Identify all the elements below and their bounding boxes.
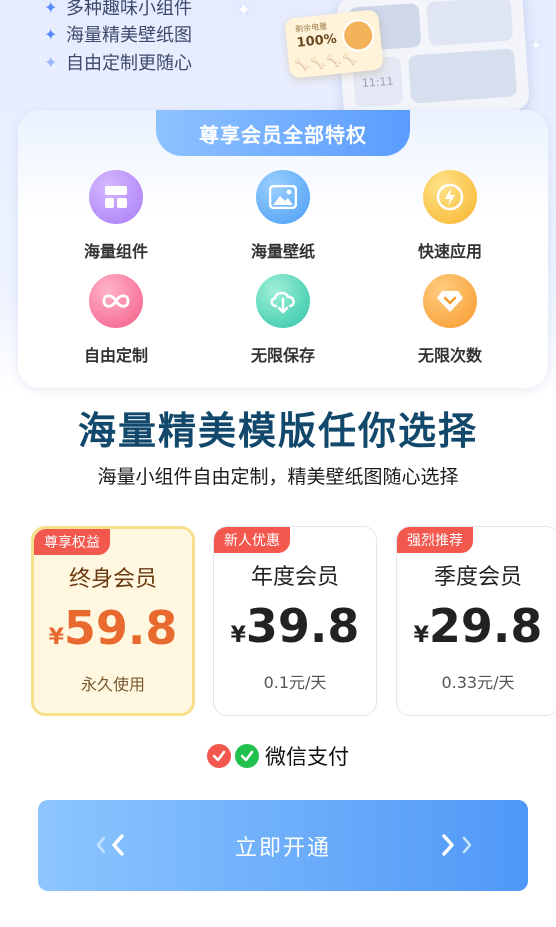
- plan-name: 季度会员: [433, 565, 522, 590]
- benefit-item-unlimited-times: 无限次数: [380, 274, 520, 374]
- benefits-card: 尊享会员全部特权 海量组件 海量壁纸 快速应用 自由定制 无限保存 无限次数: [18, 110, 548, 388]
- bone-decoration-icon: 🦴🦴🦴🦴: [294, 51, 360, 73]
- diamond-icon: [423, 274, 477, 328]
- benefit-item-unlimited-save: 无限保存: [213, 274, 353, 374]
- plan-note: 0.33元/天: [441, 673, 515, 692]
- plan-badge: 尊享权益: [34, 529, 110, 555]
- battery-value: 100%: [295, 31, 338, 51]
- plan-note: 0.1元/天: [263, 673, 327, 692]
- payment-method[interactable]: 微信支付: [0, 740, 556, 772]
- payment-label: 微信支付: [265, 745, 349, 769]
- activate-button-label: 立即开通: [234, 835, 331, 861]
- benefit-item-widgets: 海量组件: [46, 170, 186, 270]
- price-amount: 29.8: [428, 599, 543, 653]
- hero-feature: ✦ 海量精美壁纸图: [44, 21, 192, 47]
- benefit-label: 海量壁纸: [250, 242, 315, 261]
- page-subline: 海量小组件自由定制，精美壁纸图随心选择: [97, 466, 459, 488]
- benefits-title: 尊享会员全部特权: [156, 110, 410, 156]
- dog-avatar-icon: [340, 17, 376, 54]
- plan-price: ¥39.8: [214, 599, 376, 653]
- hero-feature-label: 自由定制更随心: [66, 53, 192, 74]
- sparkle-icon: ✦: [44, 52, 58, 72]
- benefit-label: 自由定制: [83, 346, 148, 365]
- membership-page: ✦ 多种趣味小组件 ✦ 海量精美壁纸图 ✦ 自由定制更随心 ✦ ✦ 11:11 …: [0, 0, 556, 927]
- currency-symbol: ¥: [48, 625, 64, 650]
- plan-card-quarterly[interactable]: 强烈推荐 季度会员 ¥29.8 0.33元/天: [396, 526, 556, 716]
- chevron-left-icon: [96, 834, 124, 856]
- cloud-download-icon: [256, 274, 310, 328]
- sparkle-icon: ✦: [44, 24, 58, 44]
- sparkle-decoration-icon: ✦: [236, 0, 252, 21]
- plan-card-lifetime[interactable]: 尊享权益 终身会员 ¥59.8 永久使用: [31, 526, 195, 716]
- hero-feature: ✦ 自由定制更随心: [44, 49, 192, 75]
- hero-feature-label: 多种趣味小组件: [66, 0, 192, 19]
- benefit-item-quick-apply: 快速应用: [380, 170, 520, 270]
- price-amount: 39.8: [245, 599, 360, 653]
- sparkle-decoration-icon: ✦: [530, 38, 542, 54]
- currency-symbol: ¥: [230, 623, 246, 648]
- hero-feature: ✦ 多种趣味小组件: [44, 0, 192, 20]
- currency-symbol: ¥: [413, 623, 429, 648]
- plan-badge: 新人优惠: [214, 527, 290, 553]
- plan-price: ¥29.8: [397, 599, 556, 653]
- price-amount: 59.8: [63, 601, 178, 655]
- benefit-label: 快速应用: [417, 242, 482, 261]
- image-icon: [256, 170, 310, 224]
- benefit-label: 无限保存: [250, 346, 315, 365]
- benefit-item-customize: 自由定制: [46, 274, 186, 374]
- plan-card-yearly[interactable]: 新人优惠 年度会员 ¥39.8 0.1元/天: [213, 526, 377, 716]
- infinity-icon: [89, 274, 143, 328]
- plan-note: 永久使用: [80, 675, 145, 694]
- lightning-icon: [423, 170, 477, 224]
- sparkle-icon: ✦: [44, 0, 58, 17]
- benefit-item-wallpapers: 海量壁纸: [213, 170, 353, 270]
- plan-name: 终身会员: [68, 567, 157, 592]
- battery-widget-preview: 剩余电量 100% 🦴🦴🦴🦴: [284, 9, 384, 79]
- benefit-label: 无限次数: [417, 346, 482, 365]
- wechat-check-icon: [235, 744, 259, 768]
- hero-feature-label: 海量精美壁纸图: [66, 25, 192, 46]
- plan-price: ¥59.8: [34, 601, 192, 655]
- hero-section: ✦ 多种趣味小组件 ✦ 海量精美壁纸图 ✦ 自由定制更随心 ✦ ✦ 11:11 …: [0, 0, 556, 123]
- checkmark-icon: [207, 744, 231, 768]
- page-headline: 海量精美模版任你选择: [77, 409, 478, 453]
- widget-grid-icon: [89, 170, 143, 224]
- plan-badge: 强烈推荐: [397, 527, 473, 553]
- phone-clock: 11:11: [361, 74, 394, 91]
- benefit-label: 海量组件: [83, 242, 148, 261]
- activate-button[interactable]: 立即开通: [38, 800, 528, 891]
- plan-name: 年度会员: [250, 565, 339, 590]
- chevron-right-icon: [442, 834, 472, 856]
